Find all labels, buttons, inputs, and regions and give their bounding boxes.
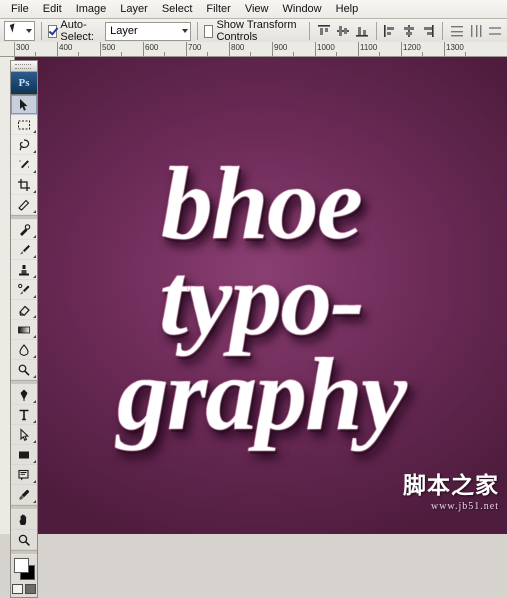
ruler-origin-corner[interactable] — [0, 42, 15, 57]
align-horizontal-centers-button[interactable] — [401, 21, 417, 42]
clone-stamp-tool[interactable] — [11, 260, 37, 280]
divider — [442, 22, 444, 40]
artwork-candy-typography: bhoe typo- graphy — [15, 57, 507, 534]
menu-item-window[interactable]: Window — [276, 1, 329, 17]
foreground-color-swatch[interactable] — [14, 558, 29, 573]
eraser-tool[interactable] — [11, 300, 37, 320]
ruler-label: 700 — [188, 43, 202, 52]
horizontal-type-tool[interactable] — [11, 405, 37, 425]
brush-tool[interactable] — [11, 240, 37, 260]
rectangle-shape-tool[interactable] — [11, 445, 37, 465]
photoshop-window: File Edit Image Layer Select Filter View… — [0, 0, 507, 598]
eyedropper-tool[interactable] — [11, 485, 37, 505]
dodge-tool[interactable] — [11, 360, 37, 380]
color-swatches[interactable] — [11, 555, 37, 581]
ruler-label: 800 — [231, 43, 245, 52]
divider — [308, 22, 310, 40]
magic-wand-tool[interactable] — [11, 155, 37, 175]
align-left-edges-button[interactable] — [382, 21, 398, 42]
show-transform-controls-label: Show Transform Controls — [216, 19, 297, 43]
options-bar: Auto-Select: Layer Show Transform Contro… — [0, 19, 507, 44]
quick-mask-icon[interactable] — [25, 584, 36, 594]
ruler-label: 1300 — [446, 43, 464, 52]
artwork-line-2: typo- — [159, 241, 365, 357]
toolbox-drag-handle[interactable] — [11, 61, 37, 72]
chevron-down-icon — [182, 29, 189, 33]
auto-select-label: Auto-Select: — [60, 19, 94, 43]
ruler-label: 900 — [274, 43, 288, 52]
healing-brush-tool[interactable] — [11, 220, 37, 240]
divider — [375, 22, 377, 40]
notes-tool[interactable] — [11, 465, 37, 485]
artwork-line-1: bhoe — [161, 145, 364, 261]
ruler-label: 1200 — [403, 43, 421, 52]
divider — [41, 22, 42, 40]
crop-tool[interactable] — [11, 175, 37, 195]
zoom-tool[interactable] — [11, 530, 37, 550]
history-brush-tool[interactable] — [11, 280, 37, 300]
auto-select-target-dropdown[interactable]: Layer — [105, 21, 192, 41]
artwork-line-3: graphy — [116, 337, 407, 453]
move-tool[interactable] — [11, 95, 37, 115]
align-bottom-edges-button[interactable] — [354, 21, 370, 42]
menu-item-edit[interactable]: Edit — [36, 1, 69, 17]
tool-preset-picker[interactable] — [4, 21, 35, 41]
ruler-label: 1100 — [360, 43, 378, 52]
chevron-down-icon[interactable] — [26, 29, 32, 33]
auto-select-target-value: Layer — [110, 25, 138, 37]
lasso-tool[interactable] — [11, 135, 37, 155]
distribute-bottom-edges-button[interactable] — [487, 21, 503, 42]
menu-item-select[interactable]: Select — [155, 1, 200, 17]
horizontal-ruler[interactable]: 300 400 500 600 700 800 900 1000 1100 12… — [0, 42, 507, 57]
show-transform-controls-checkbox[interactable] — [203, 24, 214, 38]
distribute-vertical-centers-button[interactable] — [468, 21, 484, 42]
distribute-top-edges-button[interactable] — [449, 21, 465, 42]
rectangular-marquee-tool[interactable] — [11, 115, 37, 135]
menu-item-help[interactable]: Help — [329, 1, 366, 17]
watermark-title: 脚本之家 — [403, 473, 499, 498]
align-right-edges-button[interactable] — [420, 21, 436, 42]
menu-item-view[interactable]: View — [238, 1, 276, 17]
document-canvas[interactable]: bhoe typo- graphy bhoe typo- graphy 脚本之家… — [15, 57, 507, 534]
ruler-label: 600 — [145, 43, 159, 52]
hand-tool[interactable] — [11, 510, 37, 530]
menu-item-layer[interactable]: Layer — [113, 1, 155, 17]
ruler-label: 400 — [59, 43, 73, 52]
ruler-label: 500 — [102, 43, 116, 52]
photoshop-logo: Ps — [11, 72, 37, 95]
slice-tool[interactable] — [11, 195, 37, 215]
standard-mode-icon[interactable] — [12, 584, 23, 594]
ruler-label: 300 — [16, 43, 30, 52]
quick-mask-mode-toggle[interactable] — [11, 581, 37, 597]
path-selection-tool[interactable] — [11, 425, 37, 445]
menu-item-filter[interactable]: Filter — [199, 1, 237, 17]
pen-tool[interactable] — [11, 385, 37, 405]
align-top-edges-button[interactable] — [316, 21, 332, 42]
watermark: 脚本之家 www.jb51.net — [403, 466, 499, 512]
watermark-url: www.jb51.net — [430, 501, 499, 512]
menu-bar: File Edit Image Layer Select Filter View… — [0, 0, 507, 19]
menu-item-file[interactable]: File — [4, 1, 36, 17]
auto-select-checkbox[interactable] — [47, 24, 58, 38]
menu-item-image[interactable]: Image — [69, 1, 114, 17]
ruler-label: 1000 — [317, 43, 335, 52]
toolbox-panel[interactable]: Ps — [10, 60, 38, 598]
blur-tool[interactable] — [11, 340, 37, 360]
gradient-tool[interactable] — [11, 320, 37, 340]
divider — [197, 22, 198, 40]
move-tool-icon — [7, 23, 23, 39]
align-vertical-centers-button[interactable] — [335, 21, 351, 42]
